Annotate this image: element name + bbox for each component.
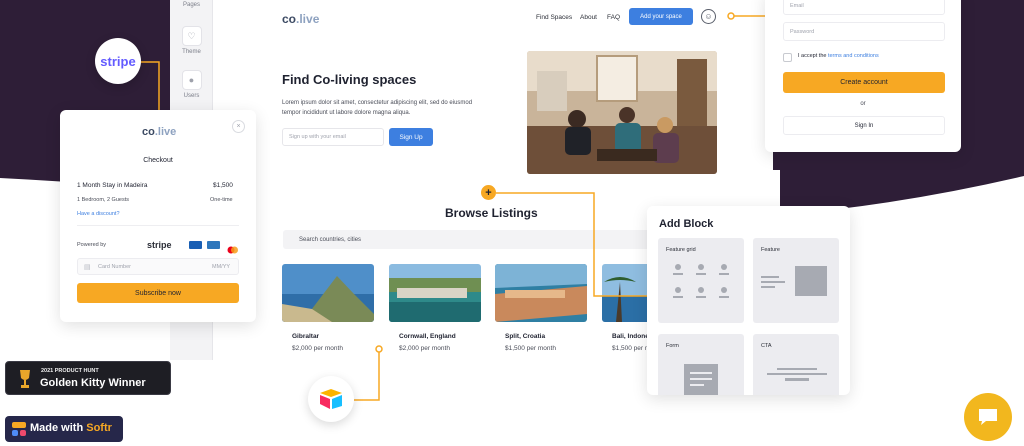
block-tile-feature[interactable]: Feature: [753, 238, 839, 323]
or-divider-text: or: [860, 101, 866, 107]
sidebar-item-pages[interactable]: Pages: [170, 2, 213, 8]
subscribe-button[interactable]: Subscribe now: [77, 283, 239, 303]
card-icon: ▤: [84, 264, 91, 271]
add-block-plus-icon[interactable]: +: [481, 185, 496, 200]
listings-title: Browse Listings: [445, 206, 538, 220]
listing-photo: [389, 264, 481, 322]
amex-icon: [207, 241, 220, 249]
add-block-title: Add Block: [659, 218, 714, 230]
sidebar-item-label: Pages: [182, 2, 200, 8]
hero-subtitle: Lorem ipsum dolor sit amet, consectetur …: [282, 100, 473, 116]
terms-link[interactable]: terms and conditions: [828, 53, 879, 59]
chat-widget-button[interactable]: [964, 393, 1012, 441]
listing-name: Split, Croatia: [505, 333, 546, 340]
softr-logo-icon: [12, 422, 26, 436]
airtable-icon: [320, 389, 342, 409]
sidebar-item-users[interactable]: ● Users: [170, 70, 213, 99]
feature-icon: [761, 266, 827, 296]
checkout-frequency: One-time: [210, 197, 233, 203]
password-field[interactable]: Password: [783, 22, 945, 41]
cta-icon: [767, 368, 827, 381]
mastercard-icon: [226, 241, 239, 254]
visa-icon: [189, 241, 202, 249]
close-icon[interactable]: ×: [232, 120, 245, 133]
divider: [77, 225, 239, 226]
user-avatar-icon[interactable]: ☺: [701, 9, 716, 24]
add-block-panel: Add Block Feature grid Feature Form CTA: [647, 206, 850, 395]
stripe-logo-badge: stripe: [95, 38, 141, 84]
hero-email-input[interactable]: Sign up with your email: [282, 128, 384, 146]
block-tile-form[interactable]: Form: [658, 334, 744, 395]
block-tile-cta[interactable]: CTA: [753, 334, 839, 395]
create-account-button[interactable]: Create account: [783, 72, 945, 93]
stripe-wordmark: stripe: [147, 240, 172, 250]
hero-signup-button[interactable]: Sign Up: [389, 128, 433, 146]
users-icon: ●: [181, 70, 202, 90]
listing-card[interactable]: Cornwall, England $2,000 per month: [389, 264, 481, 360]
airtable-logo-badge: [308, 376, 354, 422]
signup-form: Email Password I accept the terms and co…: [765, 0, 961, 152]
chat-bubble-icon: [979, 409, 997, 425]
checkout-item: 1 Month Stay in Madeira: [77, 182, 148, 189]
ph-badge-title: Golden Kitty Winner: [40, 377, 146, 389]
powered-by-label: Powered by: [77, 242, 107, 248]
checkout-modal: co.live × Checkout 1 Month Stay in Madei…: [60, 110, 256, 322]
add-space-button[interactable]: Add your space: [629, 8, 693, 25]
block-tile-feature-grid[interactable]: Feature grid: [658, 238, 744, 323]
trophy-icon: [20, 370, 30, 388]
listing-card[interactable]: Gibraltar $2,000 per month: [282, 264, 374, 360]
listing-name: Cornwall, England: [399, 333, 456, 340]
checkout-heading: Checkout: [143, 157, 173, 164]
email-field[interactable]: Email: [783, 0, 945, 15]
product-hunt-badge[interactable]: 2021 PRODUCT HUNT Golden Kitty Winner: [5, 361, 171, 395]
hero-photo: [527, 51, 717, 174]
ph-badge-caption: 2021 PRODUCT HUNT: [41, 368, 99, 374]
sidebar-item-label: Users: [183, 93, 200, 99]
listings-search-input[interactable]: Search countries, cities: [283, 230, 663, 249]
nav-link-faq[interactable]: FAQ: [607, 14, 620, 21]
terms-label: I accept the terms and conditions: [798, 53, 879, 59]
listing-price: $2,000 per month: [292, 345, 343, 352]
made-with-softr-badge[interactable]: Made with Softr: [5, 416, 123, 442]
listing-photo: [495, 264, 587, 322]
nav-link-about[interactable]: About: [580, 14, 597, 21]
hero-title: Find Co-living spaces: [282, 72, 417, 87]
nav-link-find-spaces[interactable]: Find Spaces: [536, 14, 572, 21]
theme-icon: ♡: [181, 26, 202, 46]
checkout-logo: co.live: [142, 126, 177, 138]
listing-name: Gibraltar: [292, 333, 320, 340]
terms-checkbox[interactable]: [783, 53, 792, 62]
sign-in-button[interactable]: Sign In: [783, 116, 945, 135]
listing-price: $2,000 per month: [399, 345, 450, 352]
sidebar-item-theme[interactable]: ♡ Theme: [170, 26, 213, 55]
form-icon: [684, 364, 718, 395]
feature-grid-icon: [673, 264, 729, 298]
made-with-label: Made with Softr: [30, 422, 112, 434]
site-logo[interactable]: co.live: [282, 12, 319, 26]
listing-price: $1,500 per month: [505, 345, 556, 352]
listing-photo: [282, 264, 374, 322]
discount-link[interactable]: Have a discount?: [77, 211, 120, 217]
listing-card[interactable]: Split, Croatia $1,500 per month: [495, 264, 587, 360]
sidebar-item-label: Theme: [182, 49, 201, 55]
checkout-details: 1 Bedroom, 2 Guests: [77, 197, 129, 203]
checkout-amount: $1,500: [213, 182, 233, 189]
card-number-field[interactable]: ▤ Card Number MM/YY: [77, 258, 239, 275]
